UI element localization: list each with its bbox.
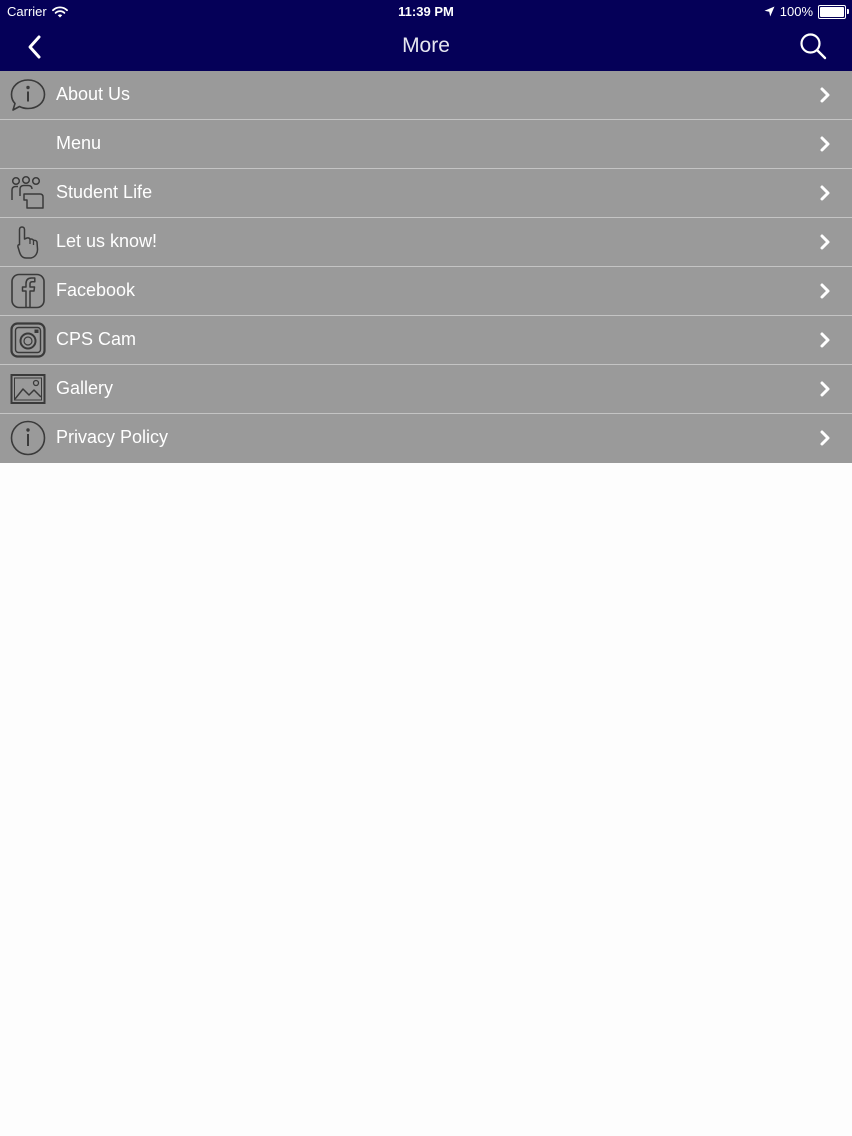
battery-icon xyxy=(818,4,849,19)
info-speech-bubble-icon xyxy=(10,79,46,111)
status-right: 100% xyxy=(764,4,849,19)
menu-item-menu[interactable]: Menu xyxy=(0,120,852,169)
menu-item-label: About Us xyxy=(56,84,131,104)
pointing-hand-icon xyxy=(17,226,39,259)
menu-item-label: CPS Cam xyxy=(56,329,137,349)
chevron-right-icon xyxy=(820,185,830,201)
battery-percent: 100% xyxy=(779,4,813,19)
chevron-right-icon xyxy=(820,234,830,250)
status-bar: Carrier 11:39 PM 100% xyxy=(0,0,852,22)
menu-item-facebook[interactable]: Facebook xyxy=(0,267,852,316)
menu-item-label: Facebook xyxy=(56,280,136,300)
menu-item-let-us-know[interactable]: Let us know! xyxy=(0,218,852,267)
menu-item-cps-cam[interactable]: CPS Cam xyxy=(0,316,852,365)
location-arrow-icon xyxy=(764,6,775,17)
top-bar: Carrier 11:39 PM 100% More xyxy=(0,0,852,71)
menu-item-label: Let us know! xyxy=(56,231,158,251)
page-title: More xyxy=(402,34,450,57)
chevron-right-icon xyxy=(820,381,830,397)
menu-item-about-us[interactable]: About Us xyxy=(0,71,852,120)
people-group-icon xyxy=(11,175,44,209)
chevron-right-icon xyxy=(820,283,830,299)
menu-item-student-life[interactable]: Student Life xyxy=(0,169,852,218)
search-icon[interactable] xyxy=(798,31,828,61)
battery-level xyxy=(820,6,844,17)
facebook-icon xyxy=(11,273,45,309)
menu-item-label: Gallery xyxy=(56,378,114,398)
menu-item-gallery[interactable]: Gallery xyxy=(0,365,852,414)
chevron-right-icon xyxy=(820,332,830,348)
menu-item-label: Menu xyxy=(56,133,102,153)
chevron-right-icon xyxy=(820,430,830,446)
menu-item-privacy-policy[interactable]: Privacy Policy xyxy=(0,414,852,463)
instagram-icon xyxy=(10,322,46,358)
more-menu-list: About Us Menu Student Life Let us know! … xyxy=(0,71,852,463)
chevron-right-icon xyxy=(820,136,830,152)
menu-item-label: Privacy Policy xyxy=(56,427,169,447)
navigation-bar: More xyxy=(0,22,852,71)
info-circle-icon xyxy=(10,420,46,456)
status-time: 11:39 PM xyxy=(398,4,454,19)
menu-item-label: Student Life xyxy=(56,182,153,202)
image-gallery-icon xyxy=(10,374,46,404)
chevron-right-icon xyxy=(820,87,830,103)
